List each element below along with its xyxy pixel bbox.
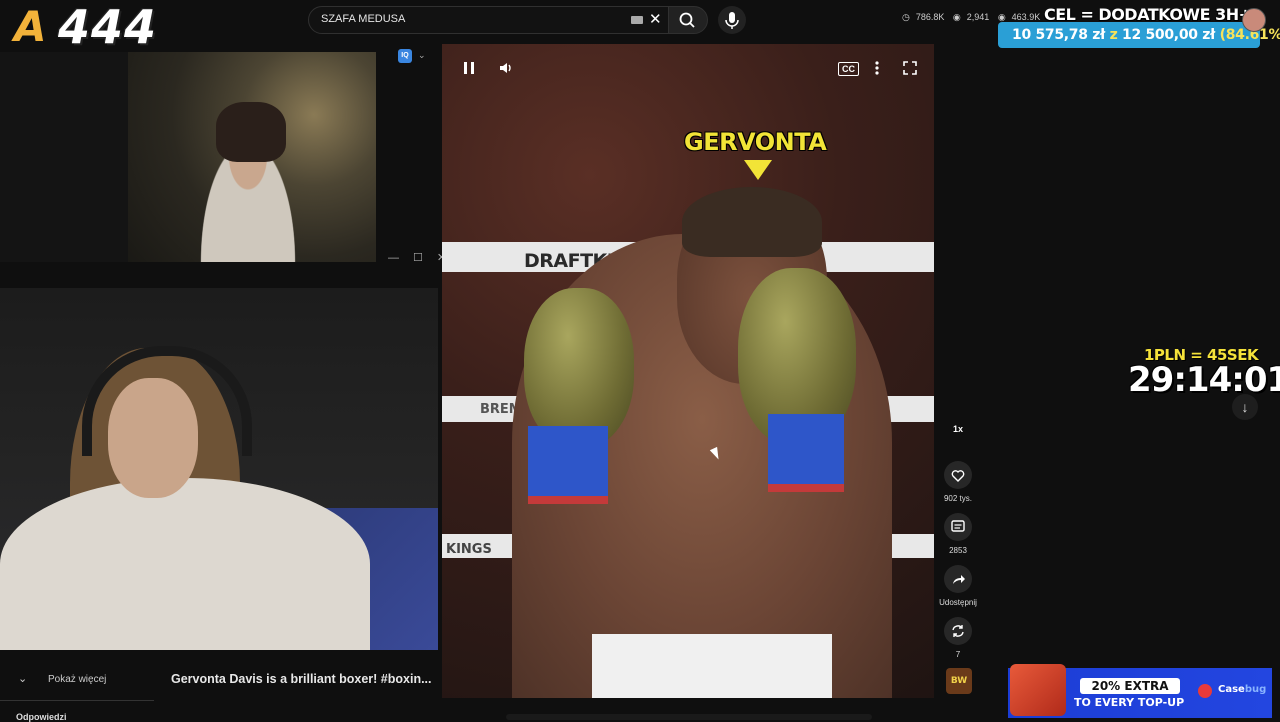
promo-subline: TO EVERY TOP-UP <box>1074 696 1185 709</box>
more-vertical-icon <box>875 61 879 75</box>
goal-separator: z <box>1109 27 1118 43</box>
boxer-hair <box>682 187 822 257</box>
eye-icon: ◉ <box>952 12 961 22</box>
goal-bar: 10 575,78 zł z 12 500,00 zł (84.61%) <box>998 22 1280 48</box>
boxing-glove-left <box>524 288 634 448</box>
divider <box>0 700 154 701</box>
show-more-button[interactable]: Pokaż więcej <box>48 674 106 685</box>
glove-cuff-right <box>768 414 844 492</box>
playback-speed[interactable]: 1x <box>944 424 972 434</box>
video-title[interactable]: Gervonta Davis is a brilliant boxer! #bo… <box>171 672 432 686</box>
remix-count: 7 <box>955 650 961 659</box>
glove-cuff-left <box>528 426 608 504</box>
viewers-icon: ◉ <box>997 12 1006 22</box>
search-input[interactable]: SZAFA MEDUSA <box>321 13 405 25</box>
share-icon <box>953 575 965 584</box>
search-button[interactable] <box>668 6 708 34</box>
remix-button[interactable] <box>944 617 972 645</box>
more-options-button[interactable] <box>874 60 880 79</box>
background-panel <box>0 52 128 262</box>
avatar[interactable] <box>1242 8 1266 32</box>
promo-brand: Casebug <box>1218 684 1266 695</box>
promo-brand-b: bug <box>1244 684 1267 695</box>
maximize-icon[interactable]: ☐ <box>413 252 423 264</box>
scroll-bar[interactable] <box>506 714 872 720</box>
voice-search-button[interactable] <box>718 6 746 34</box>
chevron-down-icon[interactable]: ⌄ <box>418 50 426 61</box>
mic-icon <box>725 12 739 29</box>
pause-icon <box>464 62 474 74</box>
clock-icon: ◷ <box>902 12 910 22</box>
keyboard-icon[interactable] <box>631 16 643 24</box>
extension-badge[interactable]: IQ <box>398 49 412 63</box>
promo-banner[interactable]: 20% EXTRA TO EVERY TOP-UP Casebug <box>1008 664 1272 718</box>
remix-icon <box>952 625 964 637</box>
volume-icon <box>500 63 511 73</box>
boxing-shorts <box>592 634 832 698</box>
goal-progress-text: 10 575,78 zł z 12 500,00 zł (84.61%) <box>1012 27 1280 43</box>
down-arrow-icon <box>744 160 772 180</box>
fullscreen-icon <box>903 61 917 75</box>
window-controls: —☐✕ <box>374 251 446 264</box>
headset-shape <box>82 346 252 456</box>
search-box[interactable]: SZAFA MEDUSA ✕ <box>308 6 670 34</box>
chevron-down-icon[interactable]: ⌄ <box>18 672 27 685</box>
likes-count: 2,941 <box>966 12 990 22</box>
arrow-down-icon: ↓ <box>1241 399 1249 415</box>
brand-logo-icon <box>1198 684 1212 698</box>
heart-icon <box>951 470 965 482</box>
logo-letter: A <box>14 2 47 51</box>
streamer-hair <box>216 102 286 162</box>
webcam-streamer <box>128 52 376 262</box>
channel-thumbnail[interactable]: BW <box>946 668 972 694</box>
like-count: 902 tys. <box>943 494 972 503</box>
goal-current: 10 575,78 zł <box>1012 27 1105 43</box>
promo-case-image <box>1010 664 1066 716</box>
ring-text-low: KINGS <box>446 542 492 557</box>
goal-target: 12 500,00 zł <box>1122 27 1216 43</box>
fullscreen-button[interactable] <box>902 60 918 79</box>
volume-button[interactable] <box>498 60 514 79</box>
subathon-timer: 29:14:01 <box>1128 360 1280 400</box>
minimize-icon[interactable]: — <box>388 252 399 264</box>
comments-button[interactable] <box>944 513 972 541</box>
promo-headline: 20% EXTRA <box>1080 678 1180 694</box>
comment-icon <box>951 520 965 532</box>
webcam-guest <box>0 288 438 650</box>
like-button[interactable] <box>944 461 972 489</box>
share-label: Udostępnij <box>939 598 977 607</box>
replies-label: Odpowiedzi <box>16 712 67 722</box>
views-count: 786.8K <box>915 12 945 22</box>
share-button[interactable] <box>944 565 972 593</box>
captions-button[interactable]: CC <box>838 62 859 76</box>
logo-number: 444 <box>58 0 158 54</box>
comment-count: 2853 <box>949 546 967 555</box>
search-icon <box>679 12 695 28</box>
guest-body <box>0 478 370 650</box>
next-video-button[interactable]: ↓ <box>1232 394 1258 420</box>
fighter-name-label: GERVONTA <box>684 128 827 156</box>
promo-brand-a: Case <box>1218 684 1245 695</box>
video-player[interactable]: DRAFTKINGS BREMA KINGS GERVONTA CC <box>442 44 934 698</box>
channel-logo: A 444 <box>6 0 166 54</box>
close-icon[interactable]: ✕ <box>649 10 662 28</box>
pause-button[interactable] <box>462 60 476 79</box>
viewers-count: 463.9K <box>1011 12 1041 22</box>
